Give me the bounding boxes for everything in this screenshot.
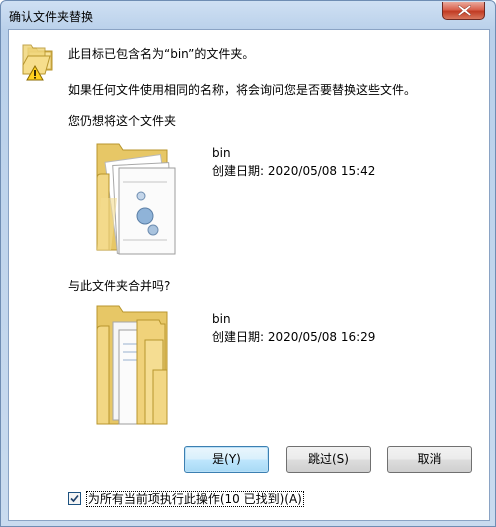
skip-button[interactable]: 跳过(S) — [286, 446, 371, 473]
message-line-merge: 与此文件夹合并吗? — [68, 279, 171, 293]
apply-to-all-label[interactable]: 为所有当前项执行此操作(10 已找到)(A) — [85, 491, 304, 507]
message-line-exists: 此目标已包含名为“bin”的文件夹。 — [68, 47, 255, 61]
destination-folder-date: 创建日期: 2020/05/08 16:29 — [212, 330, 376, 344]
warning-folder-icon — [22, 44, 53, 81]
message-line-replace-info: 如果任何文件使用相同的名称，将会询问您是否要替换这些文件。 — [68, 83, 417, 97]
checkmark-icon — [70, 494, 79, 503]
yes-button[interactable]: 是(Y) — [184, 446, 269, 473]
apply-to-all-checkbox[interactable] — [68, 492, 81, 505]
title-bar[interactable]: 确认文件夹替换 — [1, 1, 495, 29]
close-button[interactable] — [442, 2, 485, 20]
dialog-content: 此目标已包含名为“bin”的文件夹。 如果任何文件使用相同的名称，将会询问您是否… — [8, 29, 490, 521]
dialog-window: 确认文件夹替换 此目标已包含名为“bin”的文件夹。 如果任何文件使用相同的名称… — [0, 0, 496, 527]
apply-to-all-row[interactable]: 为所有当前项执行此操作(10 已找到)(A) — [68, 490, 304, 507]
source-folder-name: bin — [212, 146, 231, 160]
close-icon — [458, 5, 471, 16]
source-folder-icon — [96, 143, 176, 255]
source-folder-date: 创建日期: 2020/05/08 15:42 — [212, 164, 376, 178]
window-title: 确认文件夹替换 — [9, 10, 94, 24]
message-line-question: 您仍想将这个文件夹 — [68, 114, 177, 128]
destination-folder-icon — [96, 305, 168, 425]
cancel-button[interactable]: 取消 — [387, 446, 472, 473]
destination-folder-name: bin — [212, 312, 231, 326]
